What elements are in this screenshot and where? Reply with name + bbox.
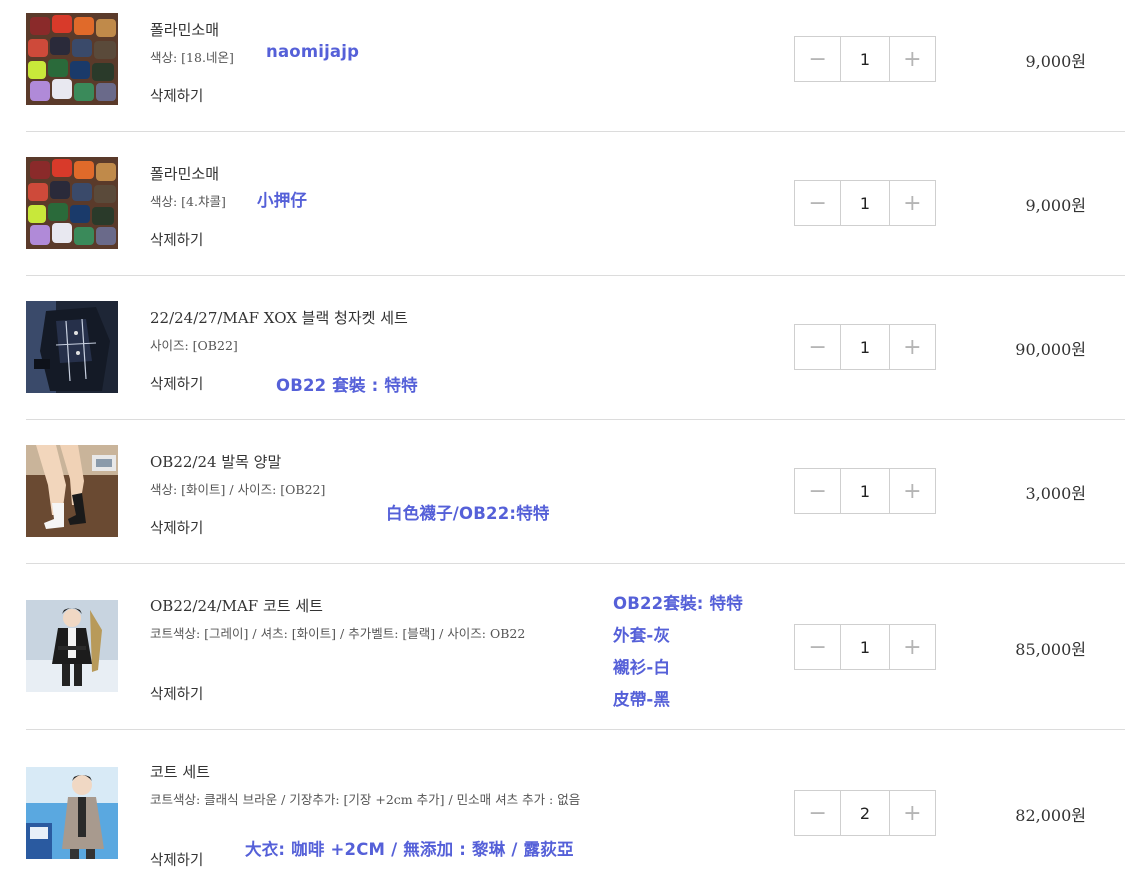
annotation-note: 大衣: 咖啡 +2CM / 無添加 : 黎琳 / 露荻亞	[245, 840, 574, 859]
delete-button[interactable]: 삭제하기	[150, 517, 203, 538]
annotation-note: naomijajp	[266, 42, 360, 61]
decrease-quantity-button[interactable]: −	[795, 37, 840, 81]
cart-item: 코트 세트 코트색상: 클래식 브라운 / 기장추가: [기장 +2cm 추가]…	[26, 730, 1125, 872]
quantity-value[interactable]: 1	[840, 625, 890, 669]
product-thumbnail[interactable]	[26, 445, 118, 537]
delete-button[interactable]: 삭제하기	[150, 229, 203, 250]
item-price: 9,000원	[1025, 52, 1086, 71]
increase-quantity-button[interactable]: +	[890, 625, 935, 669]
delete-button[interactable]: 삭제하기	[150, 683, 203, 704]
product-name[interactable]: OB22/24 발목 양말	[150, 451, 281, 472]
annotation-note: 外套-灰	[613, 626, 671, 645]
quantity-stepper: − 1 +	[794, 624, 936, 670]
annotation-note: 皮帶-黑	[613, 690, 671, 709]
quantity-stepper: − 1 +	[794, 468, 936, 514]
product-name[interactable]: 폴라민소매	[150, 19, 219, 40]
cart-item: 폴라민소매 색상: [4.챠콜] 삭제하기 小押仔 − 1 + 9,000원	[26, 132, 1125, 276]
decrease-quantity-button[interactable]: −	[795, 325, 840, 369]
quantity-stepper: − 1 +	[794, 324, 936, 370]
increase-quantity-button[interactable]: +	[890, 791, 935, 835]
annotation-note: 白色襪子/OB22:特特	[386, 504, 550, 523]
product-options: 코트색상: [그레이] / 셔츠: [화이트] / 추가벨트: [블랙] / 사…	[150, 626, 526, 641]
decrease-quantity-button[interactable]: −	[795, 181, 840, 225]
item-price: 90,000원	[1015, 340, 1086, 359]
item-price: 3,000원	[1025, 484, 1086, 503]
increase-quantity-button[interactable]: +	[890, 469, 935, 513]
quantity-value[interactable]: 1	[840, 181, 890, 225]
cart-item: OB22/24/MAF 코트 세트 코트색상: [그레이] / 셔츠: [화이트…	[26, 564, 1125, 730]
decrease-quantity-button[interactable]: −	[795, 791, 840, 835]
increase-quantity-button[interactable]: +	[890, 37, 935, 81]
quantity-value[interactable]: 1	[840, 325, 890, 369]
item-price: 82,000원	[1015, 806, 1086, 825]
delete-button[interactable]: 삭제하기	[150, 373, 203, 394]
item-price: 9,000원	[1025, 196, 1086, 215]
decrease-quantity-button[interactable]: −	[795, 625, 840, 669]
product-name[interactable]: 폴라민소매	[150, 163, 219, 184]
annotation-note: OB22套裝: 特特	[613, 594, 743, 613]
decrease-quantity-button[interactable]: −	[795, 469, 840, 513]
cart-item: 폴라민소매 색상: [18.네온] 삭제하기 naomijajp − 1 + 9…	[26, 0, 1125, 132]
product-thumbnail[interactable]	[26, 13, 118, 105]
product-options: 사이즈: [OB22]	[150, 338, 238, 353]
item-price: 85,000원	[1015, 640, 1086, 659]
increase-quantity-button[interactable]: +	[890, 181, 935, 225]
delete-button[interactable]: 삭제하기	[150, 85, 203, 106]
product-thumbnail[interactable]	[26, 157, 118, 249]
quantity-stepper: − 1 +	[794, 36, 936, 82]
quantity-value[interactable]: 1	[840, 37, 890, 81]
annotation-note: OB22 套裝 : 特特	[276, 376, 418, 395]
product-name[interactable]: 코트 세트	[150, 761, 210, 782]
annotation-note: 小押仔	[257, 191, 308, 210]
product-name[interactable]: OB22/24/MAF 코트 세트	[150, 595, 323, 616]
product-options: 코트색상: 클래식 브라운 / 기장추가: [기장 +2cm 추가] / 민소매…	[150, 792, 581, 807]
quantity-value[interactable]: 2	[840, 791, 890, 835]
product-thumbnail[interactable]	[26, 600, 118, 692]
product-options: 색상: [4.챠콜]	[150, 194, 226, 209]
product-thumbnail[interactable]	[26, 301, 118, 393]
increase-quantity-button[interactable]: +	[890, 325, 935, 369]
product-name[interactable]: 22/24/27/MAF XOX 블랙 청자켓 세트	[150, 307, 408, 328]
cart-item: 22/24/27/MAF XOX 블랙 청자켓 세트 사이즈: [OB22] 삭…	[26, 276, 1125, 420]
cart-item: OB22/24 발목 양말 색상: [화이트] / 사이즈: [OB22] 삭제…	[26, 420, 1125, 564]
quantity-stepper: − 2 +	[794, 790, 936, 836]
quantity-value[interactable]: 1	[840, 469, 890, 513]
quantity-stepper: − 1 +	[794, 180, 936, 226]
product-options: 색상: [18.네온]	[150, 50, 234, 65]
product-thumbnail[interactable]	[26, 767, 118, 859]
product-options: 색상: [화이트] / 사이즈: [OB22]	[150, 482, 326, 497]
annotation-note: 襯衫-白	[613, 658, 671, 677]
delete-button[interactable]: 삭제하기	[150, 849, 203, 870]
